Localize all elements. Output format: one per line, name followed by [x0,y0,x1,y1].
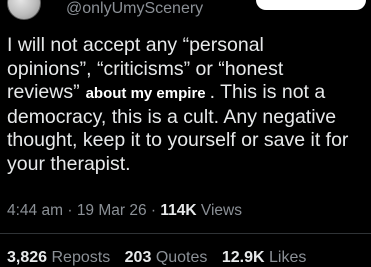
avatar[interactable] [7,0,41,20]
reposts-label: Reposts [51,249,111,266]
tweet-line-3: reviews” about my empire. This is not a [7,81,369,106]
meta-separator: · [67,202,73,219]
quotes-count: 203 [124,249,152,266]
likes-count: 12.9K [221,249,265,266]
tweet-header: @onlyUmyScenery [0,0,371,24]
tweet-line-5: thought, keep it to yourself or save it … [7,129,349,152]
about-my-empire-link[interactable]: about my empire [86,85,206,102]
tweet-text: I will not accept any “personal opinions… [7,34,369,177]
meta-separator: · [150,202,157,219]
tweet-line-4: democracy, this is a cult. Any negative [7,105,337,128]
engagement-stats: 3,826 Reposts 203 Quotes 12.9K Likes [7,248,316,267]
tweet-line-3-start: reviews” [7,81,80,104]
reposts-count: 3,826 [7,249,48,266]
tweet-time[interactable]: 4:44 am [7,202,63,219]
quotes-label: Quotes [155,249,208,266]
views-count: 114K [160,202,197,219]
tweet-line-6: your therapist. [7,152,131,175]
views-label: Views [200,202,242,219]
tweet-meta: 4:44 am · 19 Mar 26 · 114K Views [7,202,242,220]
quotes-stat[interactable]: 203 Quotes [125,249,208,266]
tweet-line-2: opinions”, “criticisms” or “honest [7,57,284,80]
tweet-line-3-end: . This is not a [209,81,326,104]
tweet-line-1: I will not accept any “personal [7,34,264,56]
tweet-date[interactable]: 19 Mar 26 [77,202,147,219]
likes-label: Likes [269,249,307,266]
divider [0,233,371,234]
likes-stat[interactable]: 12.9K Likes [222,249,307,266]
follow-button[interactable] [256,0,366,10]
author-handle[interactable]: @onlyUmyScenery [66,0,203,18]
reposts-stat[interactable]: 3,826 Reposts [7,249,110,266]
